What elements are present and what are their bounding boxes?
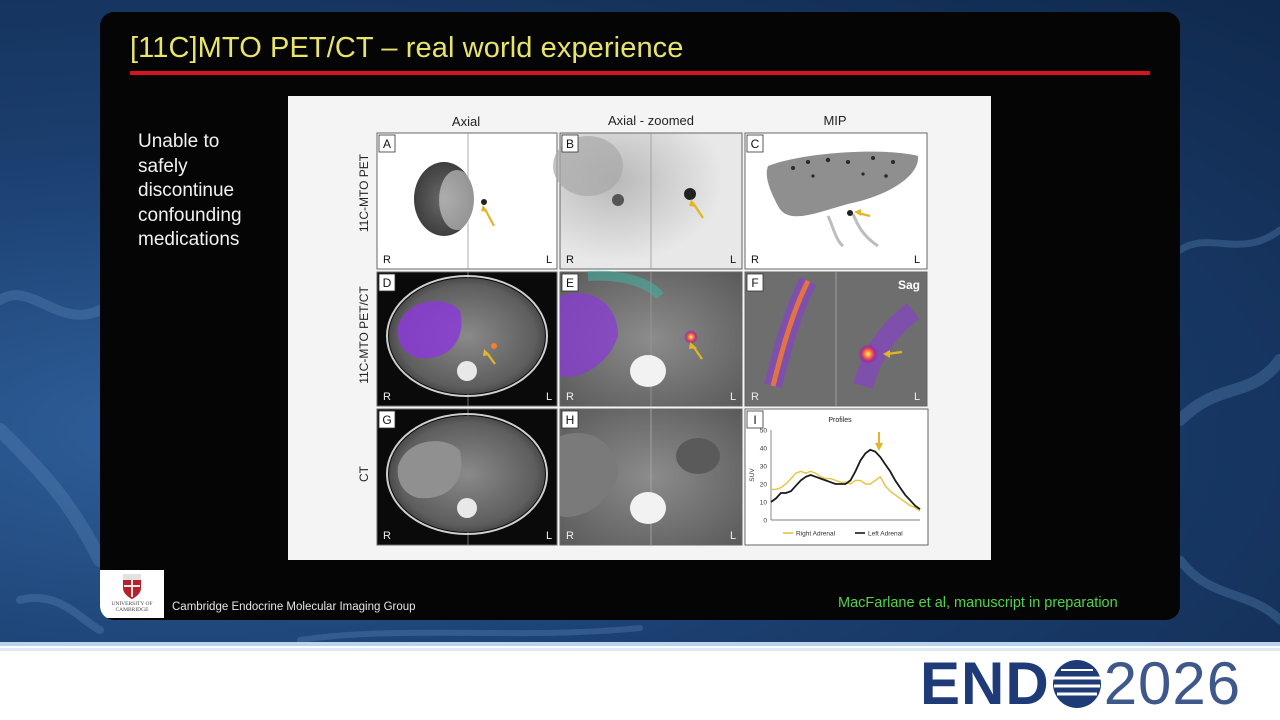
orientation-left: L [546,530,552,542]
group-label: Cambridge Endocrine Molecular Imaging Gr… [172,601,416,613]
orientation-right: R [383,391,391,403]
column-header-axial-zoomed: Axial - zoomed [608,113,694,128]
bullet-line: confounding [138,204,242,226]
chart-y-tick-label: 20 [760,481,768,488]
logo-wordmark: UNIVERSITY OF CAMBRIDGE [111,601,153,613]
row-header-pet: 11C-MTO PET [357,153,371,232]
orientation-left: L [730,391,736,403]
panel-letter: D [383,276,392,290]
panel-letter: A [383,137,391,151]
orientation-right: R [383,530,391,542]
sagittal-label: Sag [898,278,920,292]
orientation-left: L [914,391,920,403]
panel-d: D R L [376,271,558,407]
globe-icon [1052,660,1101,708]
citation: MacFarlane et al, manuscript in preparat… [838,595,1118,611]
chart-y-tick-label: 40 [760,445,768,452]
panel-h: H R L [559,408,743,546]
column-header-mip: MIP [823,113,846,128]
orientation-right: R [383,254,391,266]
bullet-line: discontinue [138,180,235,201]
orientation-right: R [751,391,759,403]
chart-legend-label: Left Adrenal [868,531,903,538]
bullet-line: Unable to [138,131,220,152]
panel-letter: G [382,413,391,427]
column-header-axial: Axial [452,114,480,129]
chart-y-tick-label: 10 [760,499,768,506]
figure-canvas: Axial Axial - zoomed MIP 11C-MTO PET 11C… [357,113,929,546]
chart-legend-label: Right Adrenal [796,531,836,538]
orientation-left: L [730,254,736,266]
panel-i-profile-chart: I Profiles 0 10 20 30 40 50 SUV Right Adrenal L… [744,408,929,546]
panel-e: E R L [559,270,743,407]
slide-bullet-text: Unable to safely discontinue confounding… [138,130,278,253]
orientation-left: L [546,391,552,403]
orientation-left: L [914,254,920,266]
endo-brand-logo: END 2026 [920,654,1241,714]
panel-f: Sag F R L [744,271,928,407]
presentation-slide: [11C]MTO PET/CT – real world experience … [100,12,1180,620]
panel-g: G R L [376,408,558,546]
orientation-right: R [566,254,574,266]
row-header-ct: CT [357,465,371,482]
orientation-right: R [751,254,759,266]
footer-rule [0,642,1280,646]
panel-letter: E [566,276,574,290]
panel-letter: I [753,413,756,427]
row-header-petct: 11C-MTO PET/CT [357,286,371,384]
panel-letter: F [751,276,758,290]
orientation-right: R [566,530,574,542]
panel-letter: C [751,137,760,151]
panel-letter: H [566,413,575,427]
imaging-figure: Axial Axial - zoomed MIP 11C-MTO PET 11C… [288,96,991,560]
chart-y-tick-label: 0 [763,517,767,524]
bullet-line: safely [138,155,188,177]
panel-b: B R L [553,132,743,270]
title-underline [130,71,1150,75]
brand-text-bold: END [920,650,1050,717]
panel-a: A R L [376,132,558,270]
cambridge-logo: UNIVERSITY OF CAMBRIDGE [100,570,164,618]
slide-title: [11C]MTO PET/CT – real world experience [130,32,684,64]
brand-text-year: 2026 [1103,650,1242,717]
chart-y-tick-label: 30 [760,463,768,470]
footer-bar: END 2026 [0,642,1280,720]
orientation-left: L [730,530,736,542]
orientation-right: R [566,391,574,403]
chart-title: Profiles [828,417,852,424]
chart-y-axis-label: SUV [749,468,756,482]
orientation-left: L [546,254,552,266]
chart-y-tick-label: 50 [760,427,768,434]
footer-rule [0,648,1280,651]
panel-letter: B [566,137,574,151]
bullet-line: medications [138,229,240,250]
panel-c: C R L [744,132,928,270]
